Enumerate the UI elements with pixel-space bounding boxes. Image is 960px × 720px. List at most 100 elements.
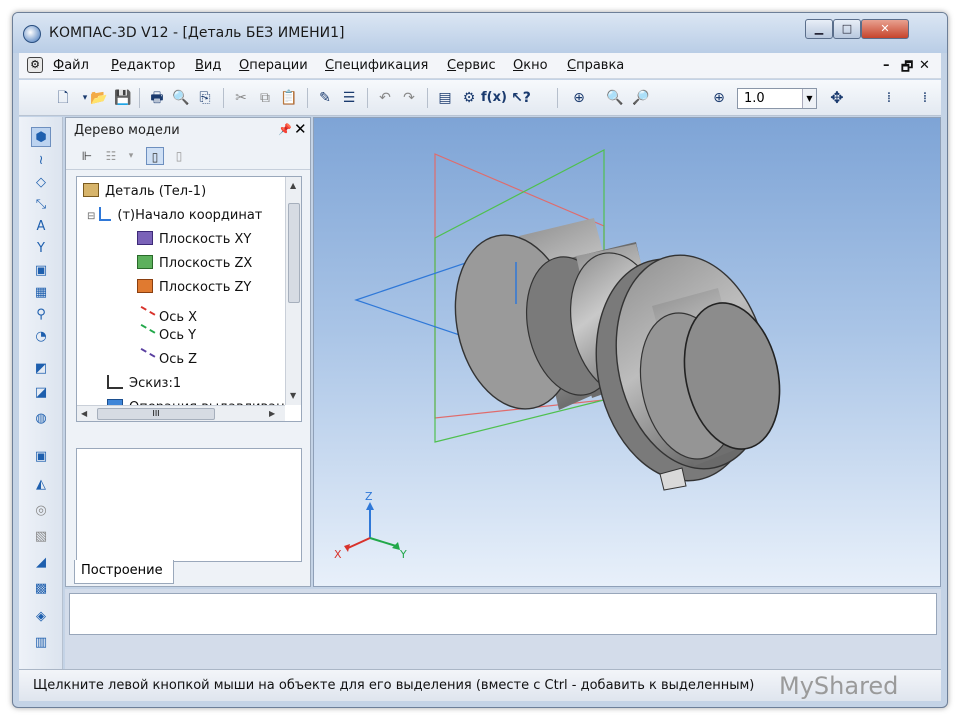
- context-help-icon[interactable]: ↖?: [511, 88, 531, 108]
- zoom-scale-input[interactable]: 1.0 ▼: [737, 88, 817, 109]
- scroll-up-icon[interactable]: ▲: [290, 181, 296, 190]
- export-icon[interactable]: ⎘: [195, 88, 215, 108]
- menu-operations[interactable]: Операции: [239, 58, 308, 73]
- model-tree-caption: Дерево модели: [74, 123, 180, 138]
- tree-horizontal-scrollbar[interactable]: ◀ III ▶: [77, 405, 285, 421]
- dimensions-icon[interactable]: ⤡: [31, 195, 51, 215]
- manager-icon[interactable]: ▤: [435, 88, 455, 108]
- mdi-restore-button[interactable]: 🗗: [901, 58, 913, 80]
- paste-icon[interactable]: 📋: [279, 88, 299, 108]
- cut-icon[interactable]: ✂: [231, 88, 251, 108]
- new-document-icon[interactable]: 🗋: [53, 88, 73, 108]
- zoom-window-icon[interactable]: ⊕: [569, 88, 589, 108]
- shell-icon[interactable]: ▧: [31, 527, 51, 547]
- array-icon[interactable]: ▩: [31, 579, 51, 599]
- measure-icon[interactable]: ▦: [31, 283, 51, 303]
- spec-icon[interactable]: ▥: [31, 633, 51, 653]
- zoom-in-icon[interactable]: 🔍: [605, 88, 625, 108]
- save-icon[interactable]: 💾: [113, 88, 133, 108]
- mdi-minimize-button[interactable]: –: [883, 58, 890, 73]
- menu-editor[interactable]: Редактор: [111, 58, 175, 73]
- tree-node-label: Эскиз:1: [129, 376, 182, 391]
- model-viewport[interactable]: Z X Y: [313, 117, 941, 587]
- format-brush-icon[interactable]: ✎: [315, 88, 335, 108]
- property-panel[interactable]: [69, 593, 937, 635]
- hole-icon[interactable]: ◎: [31, 501, 51, 521]
- kinematic-icon[interactable]: ◍: [31, 409, 51, 429]
- cut-extrude-icon[interactable]: ◭: [31, 475, 51, 495]
- tree-node-label: Плоскость XY: [159, 232, 252, 247]
- pin-icon[interactable]: 📌: [278, 123, 292, 136]
- mdi-close-button[interactable]: ✕: [919, 58, 930, 73]
- tree-doc-icon[interactable]: ▯: [146, 147, 164, 165]
- properties-icon[interactable]: ☰: [339, 88, 359, 108]
- collapse-icon[interactable]: ⊟: [87, 211, 95, 222]
- chevron-down-icon[interactable]: ▼: [802, 89, 816, 108]
- toolbar-grip-icon[interactable]: ⁞: [879, 88, 899, 108]
- panel-close-icon[interactable]: ✕: [294, 120, 307, 138]
- pan-icon[interactable]: ✥: [827, 88, 847, 108]
- tree-node-label: Ось Y: [159, 328, 197, 343]
- menu-help[interactable]: Справка: [567, 58, 624, 73]
- tree-list-icon[interactable]: ☷: [102, 147, 120, 165]
- view-3d-icon[interactable]: ⬢: [31, 127, 51, 147]
- toolbar-separator: [427, 88, 428, 108]
- print-icon[interactable]: 🖶: [147, 88, 167, 108]
- formula-icon[interactable]: f(x): [481, 88, 507, 108]
- scroll-left-icon[interactable]: ◀: [81, 409, 87, 418]
- tree-node-plane-zx[interactable]: Плоскость ZX: [137, 255, 252, 277]
- designations-icon[interactable]: A: [31, 217, 51, 237]
- sketch-curve-icon[interactable]: ≀: [31, 151, 51, 171]
- axis-label-z: Z: [365, 490, 373, 503]
- menu-file[interactable]: Файл: [53, 58, 89, 73]
- menu-window[interactable]: Окно: [513, 58, 548, 73]
- edit-icon[interactable]: Y: [31, 239, 51, 259]
- maximize-button[interactable]: □: [833, 19, 861, 39]
- plane-zy-icon: [137, 279, 153, 293]
- menu-specification[interactable]: Спецификация: [325, 58, 428, 73]
- tree-node-part[interactable]: Деталь (Тел-1): [83, 183, 206, 205]
- close-button[interactable]: ✕: [861, 19, 909, 39]
- geometry-icon[interactable]: ◇: [31, 173, 51, 193]
- undo-icon[interactable]: ↶: [375, 88, 395, 108]
- scroll-thumb[interactable]: III: [97, 408, 215, 420]
- loft-icon[interactable]: ▣: [31, 447, 51, 467]
- parameterization-icon[interactable]: ▣: [31, 261, 51, 281]
- scroll-right-icon[interactable]: ▶: [269, 409, 275, 418]
- zoom-out-icon[interactable]: 🔎: [631, 88, 651, 108]
- minimize-button[interactable]: ▁: [805, 19, 833, 39]
- redo-icon[interactable]: ↷: [399, 88, 419, 108]
- menu-service[interactable]: Сервис: [447, 58, 496, 73]
- tree-node-axis-y[interactable]: Ось Y: [134, 323, 197, 349]
- tree-node-plane-zy[interactable]: Плоскость ZY: [137, 279, 251, 301]
- chevron-down-icon[interactable]: ▾: [122, 147, 140, 165]
- tab-build[interactable]: Построение: [74, 560, 174, 584]
- mirror-icon[interactable]: ◢: [31, 553, 51, 573]
- scroll-down-icon[interactable]: ▼: [290, 391, 296, 400]
- copy-icon[interactable]: ⧉: [255, 88, 275, 108]
- toolbar-grip-icon[interactable]: ⁞: [915, 88, 935, 108]
- library-icon[interactable]: ◔: [31, 327, 51, 347]
- filter-icon[interactable]: ⚲: [31, 305, 51, 325]
- title-bar[interactable]: КОМПАС-3D V12 - [Деталь БЕЗ ИМЕНИ1] ▁ □ …: [13, 13, 947, 53]
- tree-vertical-scrollbar[interactable]: ▲ ▼: [285, 177, 301, 405]
- tree-doc2-icon[interactable]: ▯: [170, 147, 188, 165]
- surfaces-icon[interactable]: ◈: [31, 607, 51, 627]
- watermark-logo: MyShared: [779, 672, 899, 700]
- document-menu-icon[interactable]: ⚙: [27, 57, 43, 73]
- open-folder-icon[interactable]: 📂: [89, 88, 109, 108]
- tree-node-sketch[interactable]: Эскиз:1: [107, 375, 181, 397]
- tree-node-axis-z[interactable]: Ось Z: [134, 347, 197, 373]
- tree-node-plane-xy[interactable]: Плоскость XY: [137, 231, 251, 253]
- tree-node-origin[interactable]: ⊟ (т)Начало координат: [87, 207, 262, 229]
- kompas-app-icon: [23, 25, 41, 43]
- print-preview-icon[interactable]: 🔍: [171, 88, 191, 108]
- scroll-thumb[interactable]: [288, 203, 300, 303]
- rotate-icon[interactable]: ◪: [31, 383, 51, 403]
- tree-node-axis-x[interactable]: Ось X: [134, 303, 197, 327]
- zoom-scale-icon[interactable]: ⊕: [709, 88, 729, 108]
- tree-structure-icon[interactable]: ⊩: [78, 147, 96, 165]
- menu-view[interactable]: Вид: [195, 58, 221, 73]
- variables-icon[interactable]: ⚙: [459, 88, 479, 108]
- extrude-icon[interactable]: ◩: [31, 359, 51, 379]
